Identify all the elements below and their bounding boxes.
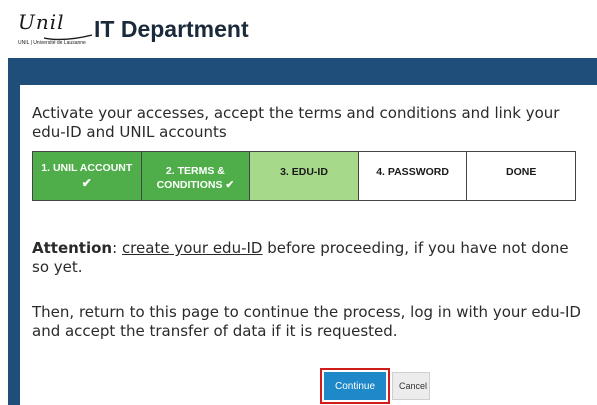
step-label: 4. PASSWORD [376, 166, 449, 178]
unil-logo[interactable]: Unil UNIL | Université de Lausanne [14, 10, 94, 50]
step-done: DONE [467, 152, 575, 200]
attention-separator: : [112, 239, 122, 257]
step-label: 2. TERMS & CONDITIONS ✔ [156, 165, 235, 191]
attention-label: Attention [32, 239, 113, 257]
step-label: DONE [506, 166, 537, 178]
intro-text: Activate your accesses, accept the terms… [32, 104, 560, 141]
progress-steps: 1. UNIL ACCOUNT ✔ 2. TERMS & CONDITIONS … [32, 151, 576, 201]
step-label: 3. EDU-ID [280, 166, 328, 178]
step-terms-conditions: 2. TERMS & CONDITIONS ✔ [141, 152, 251, 200]
attention-message: Attention: create your edu-ID before pro… [32, 239, 582, 277]
step-edu-id: 3. EDU-ID [250, 152, 359, 200]
check-icon: ✔ [81, 176, 92, 190]
step-password: 4. PASSWORD [359, 152, 468, 200]
logo-subtitle: UNIL | Université de Lausanne [18, 40, 86, 46]
step-label: 1. UNIL ACCOUNT [41, 162, 133, 174]
step-unil-account: 1. UNIL ACCOUNT ✔ [33, 152, 142, 200]
cancel-button[interactable]: Cancel [392, 372, 430, 400]
return-instructions: Then, return to this page to continue th… [32, 303, 581, 340]
continue-button[interactable]: Continue [324, 372, 386, 400]
page-title: IT Department [94, 16, 249, 42]
logo-script-text: Unil [18, 10, 65, 34]
page-header: Unil UNIL | Université de Lausanne IT De… [0, 0, 597, 58]
create-edu-id-link[interactable]: create your edu-ID [122, 239, 263, 257]
